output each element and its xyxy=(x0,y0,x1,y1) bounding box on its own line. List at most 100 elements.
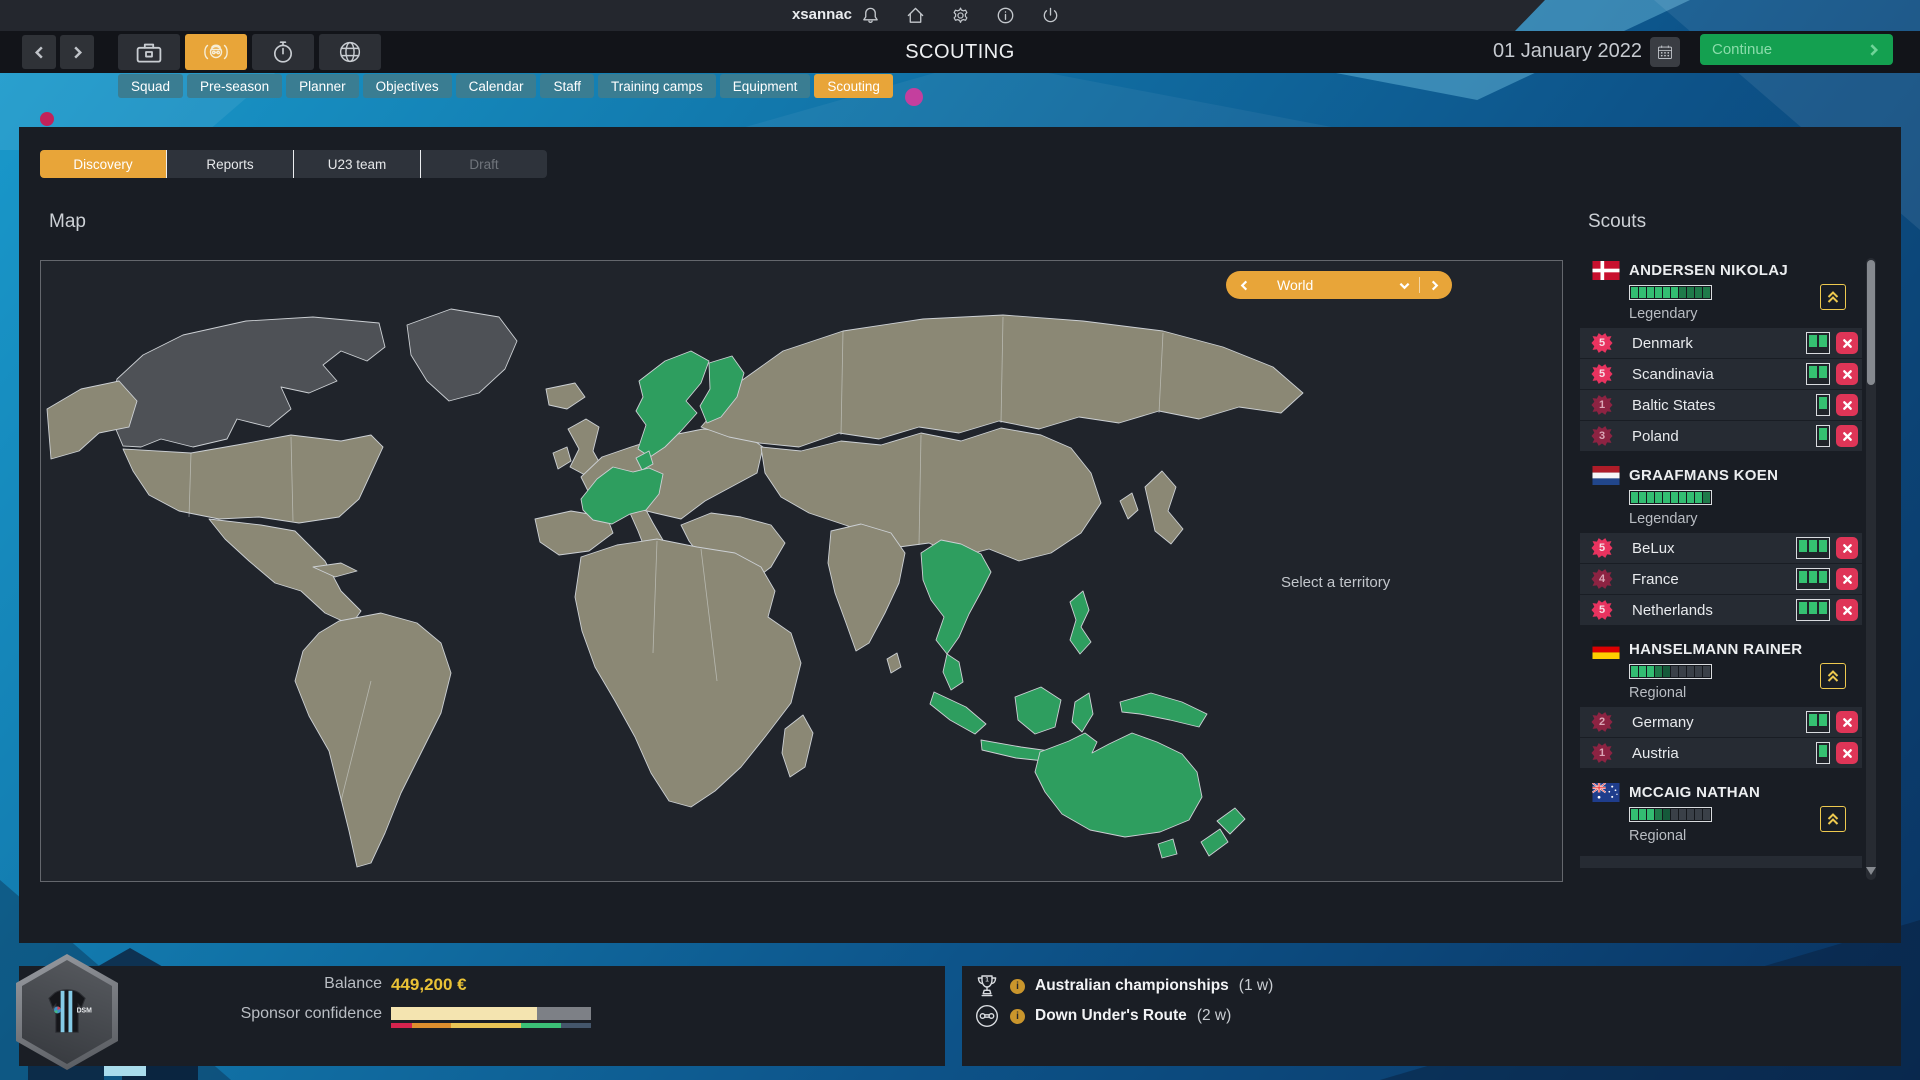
subtab-draft: Draft xyxy=(420,150,547,178)
territory-row: 2 Germany xyxy=(1580,707,1862,737)
territory-prev-icon[interactable] xyxy=(1239,280,1250,291)
australia-flag-icon xyxy=(1592,783,1620,802)
info-icon[interactable]: i xyxy=(1010,979,1025,994)
module-stopwatch-button[interactable] xyxy=(252,34,314,70)
expand-scout-button[interactable] xyxy=(1820,806,1846,832)
expand-scout-button[interactable] xyxy=(1820,663,1846,689)
territory-level-badge: 4 xyxy=(1591,568,1613,590)
remove-territory-button[interactable] xyxy=(1836,363,1858,385)
trophy-icon: 1 xyxy=(974,973,1000,999)
scrollbar-down-icon[interactable] xyxy=(1866,867,1876,875)
tab-equipment[interactable]: Equipment xyxy=(720,74,811,98)
info-icon[interactable]: i xyxy=(1010,1009,1025,1024)
territory-name: Austria xyxy=(1632,745,1679,762)
remove-territory-button[interactable] xyxy=(1836,599,1858,621)
tab-scouting[interactable]: Scouting xyxy=(814,74,893,98)
territory-name: Poland xyxy=(1632,428,1679,445)
remove-territory-button[interactable] xyxy=(1836,332,1858,354)
germany-flag-icon xyxy=(1592,640,1620,659)
scout-name: GRAAFMANS KOEN xyxy=(1629,467,1778,484)
info-icon[interactable] xyxy=(995,5,1015,25)
tab-planner[interactable]: Planner xyxy=(286,74,359,98)
module-briefcase-button[interactable] xyxy=(118,34,180,70)
scout-skill-meter xyxy=(1629,807,1712,822)
territory-level-badge: 1 xyxy=(1591,742,1613,764)
events-panel: 1 i Australian championships (1 w) i Dow… xyxy=(962,966,1901,1066)
territory-row: 5 Denmark xyxy=(1580,328,1862,358)
tab-squad[interactable]: Squad xyxy=(118,74,183,98)
bell-icon[interactable] xyxy=(860,5,880,25)
scout-entry: GRAAFMANS KOEN Legendary 5 BeLux 4 Franc… xyxy=(1580,463,1862,625)
power-icon[interactable] xyxy=(1040,5,1060,25)
nav-bar: SCOUTING 01 January 2022 Continue xyxy=(0,31,1920,73)
chevron-right-icon xyxy=(1867,43,1881,57)
tab-training-camps[interactable]: Training camps xyxy=(598,74,716,98)
scout-skill-meter xyxy=(1629,664,1712,679)
expand-scout-button[interactable] xyxy=(1820,284,1846,310)
remove-territory-button[interactable] xyxy=(1836,537,1858,559)
scout-intensity-icon xyxy=(1806,332,1830,354)
gear-icon[interactable] xyxy=(950,5,970,25)
scout-name: ANDERSEN NIKOLAJ xyxy=(1629,262,1788,279)
scout-entry: HANSELMANN RAINER Regional 2 Germany 1 A… xyxy=(1580,637,1862,768)
remove-territory-button[interactable] xyxy=(1836,711,1858,733)
main-tabs: SquadPre-seasonPlannerObjectivesCalendar… xyxy=(118,74,893,98)
territory-name: Germany xyxy=(1632,714,1694,731)
route-icon xyxy=(974,1003,1000,1029)
territory-row: 5 BeLux xyxy=(1580,533,1862,563)
subtab-reports[interactable]: Reports xyxy=(166,150,293,178)
netherlands-flag-icon xyxy=(1592,466,1620,485)
svg-text:1: 1 xyxy=(985,976,989,983)
remove-territory-button[interactable] xyxy=(1836,394,1858,416)
scout-intensity-icon xyxy=(1796,599,1830,621)
remove-territory-button[interactable] xyxy=(1836,425,1858,447)
tab-calendar[interactable]: Calendar xyxy=(456,74,537,98)
denmark-flag-icon xyxy=(1592,261,1620,280)
scouts-list: ANDERSEN NIKOLAJ Legendary 5 Denmark 5 S… xyxy=(1580,258,1862,882)
chevron-down-icon[interactable] xyxy=(1399,280,1410,291)
subtab-discovery[interactable]: Discovery xyxy=(40,150,166,178)
subtab-u23-team[interactable]: U23 team xyxy=(293,150,420,178)
territory-level-badge: 5 xyxy=(1591,363,1613,385)
territory-row: 1 Austria xyxy=(1580,738,1862,768)
territory-level-badge: 5 xyxy=(1591,599,1613,621)
tab-pre-season[interactable]: Pre-season xyxy=(187,74,282,98)
scrollbar-thumb[interactable] xyxy=(1867,260,1875,385)
territory-level-badge: 1 xyxy=(1591,394,1613,416)
remove-territory-button[interactable] xyxy=(1836,568,1858,590)
tab-objectives[interactable]: Objectives xyxy=(363,74,452,98)
event-name: Down Under's Route xyxy=(1035,1007,1187,1025)
username: xsannac xyxy=(742,6,852,23)
territory-selector[interactable]: World xyxy=(1226,271,1452,299)
territory-next-icon[interactable] xyxy=(1429,280,1440,291)
topbar-icons xyxy=(860,5,1060,25)
scout-intensity-icon xyxy=(1806,711,1830,733)
scout-entry: ANDERSEN NIKOLAJ Legendary 5 Denmark 5 S… xyxy=(1580,258,1862,451)
team-logo[interactable]: DSM xyxy=(16,954,118,1070)
calendar-button[interactable] xyxy=(1650,37,1680,67)
content-panel: DiscoveryReportsU23 teamDraft Map xyxy=(19,127,1901,943)
territory-level-badge: 5 xyxy=(1591,332,1613,354)
remove-territory-button[interactable] xyxy=(1836,742,1858,764)
territory-row: 1 Baltic States xyxy=(1580,390,1862,420)
scout-intensity-icon xyxy=(1816,425,1830,447)
scout-intensity-icon xyxy=(1796,568,1830,590)
back-button[interactable] xyxy=(22,35,56,69)
svg-text:DSM: DSM xyxy=(77,1008,93,1015)
tab-staff[interactable]: Staff xyxy=(540,74,594,98)
home-icon[interactable] xyxy=(905,5,925,25)
territory-name: Scandinavia xyxy=(1632,366,1714,383)
world-map[interactable] xyxy=(41,261,1562,881)
territory-row-clipped xyxy=(1580,856,1862,868)
module-scout-button[interactable] xyxy=(185,34,247,70)
sponsor-confidence-scale xyxy=(391,1023,591,1028)
scout-skill-meter xyxy=(1629,490,1712,505)
event-row: 1 i Australian championships (1 w) xyxy=(974,972,1273,1000)
module-globe-button[interactable] xyxy=(319,34,381,70)
territory-row: 3 Poland xyxy=(1580,421,1862,451)
territory-name: France xyxy=(1632,571,1679,588)
continue-button[interactable]: Continue xyxy=(1700,34,1893,65)
app-window: xsannac SCOUTING 01 January 2022 Continu… xyxy=(0,0,1920,1080)
forward-button[interactable] xyxy=(60,35,94,69)
scout-name: MCCAIG NATHAN xyxy=(1629,784,1760,801)
